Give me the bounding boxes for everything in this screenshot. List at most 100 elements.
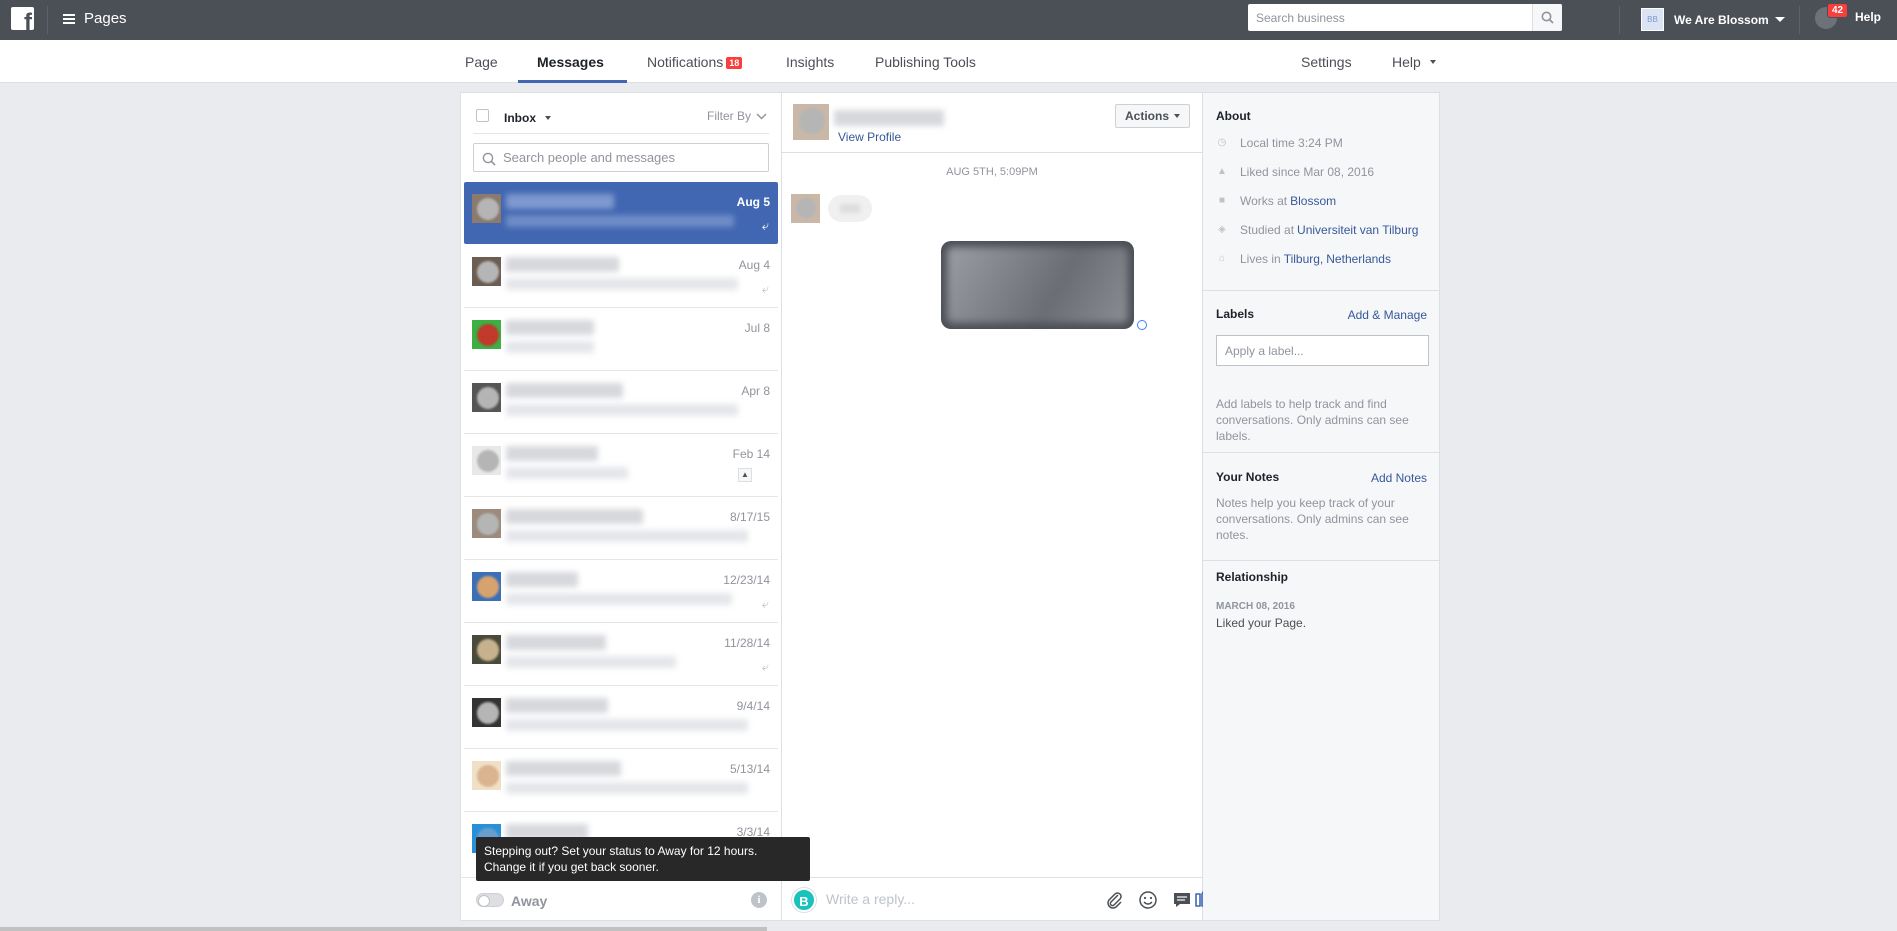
avatar — [472, 446, 501, 475]
profile-sidebar: About ◷ Local time 3:24 PM ▲ Liked since M… — [1203, 93, 1439, 920]
labels-description: Add labels to help track and find conver… — [1216, 397, 1409, 443]
replied-icon: ⤶ — [761, 659, 769, 674]
avatar — [472, 194, 501, 223]
avatar[interactable] — [793, 104, 829, 140]
notifications-badge: 18 — [726, 57, 743, 69]
conversation-item[interactable]: 8/17/15 — [464, 497, 778, 560]
avatar — [472, 698, 501, 727]
away-label: Away — [511, 893, 548, 909]
works-at-link[interactable]: Blossom — [1290, 194, 1336, 208]
home-icon: ⌂ — [1218, 253, 1226, 264]
top-bar: f Pages BB We Are Blossom 42 Help — [0, 0, 1897, 40]
reply-composer: B — [782, 877, 1202, 919]
lives-country-link[interactable]: Netherlands — [1326, 252, 1391, 266]
account-name: We Are Blossom — [1674, 12, 1769, 27]
info-icon[interactable]: i — [751, 892, 767, 908]
blurred-name — [506, 257, 619, 272]
select-all-checkbox[interactable] — [476, 109, 489, 122]
help-menu-label: Help — [1392, 54, 1421, 70]
away-status-tooltip: Stepping out? Set your status to Away fo… — [476, 837, 810, 881]
tab-notifications-label: Notifications — [647, 54, 724, 70]
about-title: About — [1216, 109, 1251, 123]
conversation-item[interactable]: 5/13/14 — [464, 749, 778, 812]
conversation-item[interactable]: 11/28/14 ⤶ — [464, 623, 778, 686]
business-search-input[interactable] — [1248, 4, 1528, 31]
search-button[interactable] — [1532, 4, 1562, 31]
incoming-message-bubble — [828, 195, 872, 222]
divider — [1619, 6, 1620, 34]
tab-publishing-tools[interactable]: Publishing Tools — [875, 54, 976, 70]
message-search-input[interactable] — [503, 144, 763, 171]
page-nav: Page Messages Notifications 18 Insights P… — [0, 40, 1897, 83]
blurred-name — [506, 698, 608, 713]
conversation-date: 8/17/15 — [729, 510, 770, 524]
actions-button[interactable]: Actions — [1114, 104, 1190, 128]
conversation-item[interactable]: Aug 5 ⤶ — [464, 182, 778, 244]
horizontal-scrollbar[interactable] — [0, 927, 767, 931]
replied-icon: ⤶ — [761, 596, 769, 611]
tab-messages[interactable]: Messages — [537, 54, 604, 70]
inbox-label: Inbox — [504, 111, 536, 125]
blurred-snippet — [506, 782, 748, 794]
conversation-item[interactable]: Aug 4 ⤶ — [464, 245, 778, 308]
help-link[interactable]: Help — [1855, 10, 1881, 24]
avatar — [472, 383, 501, 412]
reply-input[interactable] — [826, 887, 1056, 911]
blurred-name — [506, 383, 623, 398]
page-avatar: BB — [1641, 8, 1664, 31]
conversation-item[interactable]: 12/23/14 ⤶ — [464, 560, 778, 623]
filter-by-label: Filter By — [706, 109, 751, 123]
filter-by-dropdown[interactable]: Filter By — [707, 109, 767, 123]
conversation-item[interactable]: Apr 8 — [464, 371, 778, 434]
account-switcher[interactable]: BB We Are Blossom — [1641, 8, 1785, 31]
away-toggle[interactable] — [476, 893, 504, 907]
chevron-down-icon — [1774, 17, 1785, 22]
saved-replies-icon[interactable] — [1172, 890, 1192, 910]
tab-notifications[interactable]: Notifications 18 — [647, 54, 743, 70]
conversation-item[interactable]: 9/4/14 — [464, 686, 778, 749]
chevron-down-icon — [756, 112, 767, 120]
help-menu[interactable]: Help — [1392, 54, 1436, 70]
thumbs-up-icon: ▲ — [1217, 166, 1227, 177]
avatar — [472, 635, 501, 664]
divider — [473, 133, 769, 134]
conversation-item[interactable]: Jul 8 — [464, 308, 778, 371]
blurred-name — [506, 446, 598, 461]
attachment-icon[interactable] — [1104, 890, 1124, 910]
hamburger-icon — [63, 13, 75, 24]
avatar — [472, 761, 501, 790]
avatar — [472, 509, 501, 538]
local-time-text: Local time 3:24 PM — [1240, 136, 1343, 150]
facebook-logo-icon[interactable]: f — [11, 7, 34, 30]
conversation-date: 11/28/14 — [724, 636, 770, 650]
inbox-folder-dropdown[interactable]: Inbox — [504, 111, 551, 125]
blurred-snippet — [506, 467, 628, 479]
graduation-cap-icon: ◈ — [1218, 224, 1226, 235]
studied-at-link[interactable]: Universiteit van Tilburg — [1297, 223, 1418, 237]
conversation-list-column: Inbox Filter By Aug 5 ⤶ Aug — [461, 93, 810, 920]
tab-insights[interactable]: Insights — [786, 54, 834, 70]
conversation-item[interactable]: Feb 14 ▲ — [464, 434, 778, 497]
divider — [47, 6, 48, 34]
pages-menu-button[interactable]: Pages — [63, 10, 127, 27]
blurred-name — [506, 509, 643, 524]
settings-link[interactable]: Settings — [1301, 54, 1352, 70]
avatar — [472, 257, 501, 286]
tab-page[interactable]: Page — [465, 54, 498, 70]
blurred-snippet — [506, 593, 732, 605]
conversation-date: Feb 14 — [732, 447, 770, 461]
local-time-row: ◷ Local time 3:24 PM — [1216, 136, 1343, 150]
emoji-icon[interactable] — [1138, 890, 1158, 910]
active-tab-indicator — [518, 80, 627, 83]
relationship-text: Liked your Page. — [1216, 616, 1307, 630]
apply-label-input[interactable] — [1216, 335, 1429, 366]
notes-description: Notes help you keep track of your conver… — [1216, 496, 1409, 542]
view-profile-link[interactable]: View Profile — [838, 130, 901, 144]
chevron-down-icon — [1174, 114, 1180, 118]
lives-city-link[interactable]: Tilburg, — [1284, 252, 1324, 266]
add-manage-labels-link[interactable]: Add & Manage — [1348, 308, 1427, 322]
notification-count-badge: 42 — [1827, 3, 1849, 18]
add-notes-link[interactable]: Add Notes — [1371, 471, 1427, 485]
thread-header: View Profile Actions — [782, 93, 1202, 153]
sort-arrows-icon[interactable]: ▲ — [738, 468, 752, 482]
